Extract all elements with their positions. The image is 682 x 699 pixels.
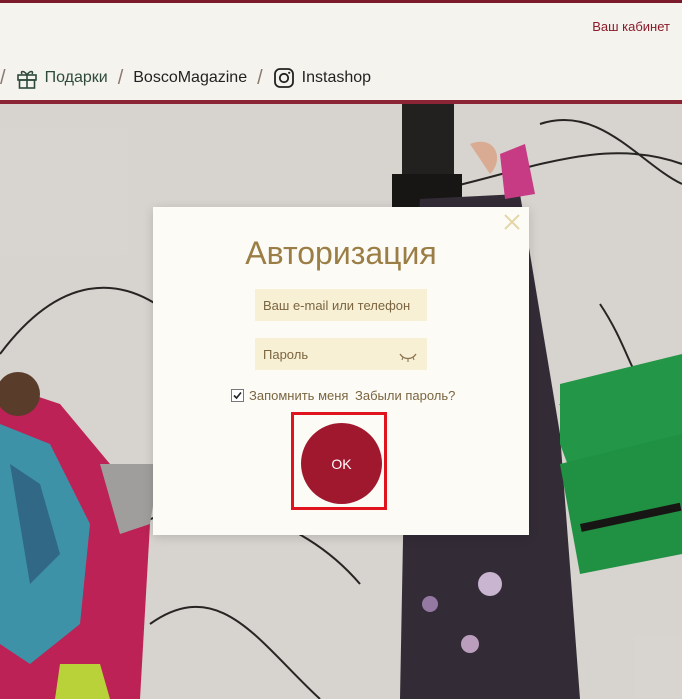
nav-item-instashop[interactable]: Instashop xyxy=(273,67,371,89)
login-modal: Авторизация Запомнить меня Забыли пароль… xyxy=(153,207,529,535)
main-nav: / Подарки / BoscoMagazine / Instashop xyxy=(0,63,371,93)
close-icon[interactable] xyxy=(503,213,521,231)
top-bar: Ваш кабинет / Подарки / BoscoMagazine / xyxy=(0,0,682,103)
modal-title: Авторизация xyxy=(245,235,437,271)
nav-label-instashop: Instashop xyxy=(301,69,372,86)
account-link[interactable]: Ваш кабинет xyxy=(592,19,670,34)
remember-label: Запомнить меня xyxy=(249,388,349,403)
ok-button[interactable]: OK xyxy=(301,423,382,504)
nav-separator: / xyxy=(0,66,6,89)
ok-button-label: OK xyxy=(331,455,352,472)
nav-item-magazine[interactable]: BoscoMagazine xyxy=(133,69,247,87)
eye-closed-icon[interactable] xyxy=(399,349,417,362)
remember-checkbox[interactable] xyxy=(231,389,244,402)
remember-me[interactable]: Запомнить меня xyxy=(231,388,348,403)
email-field[interactable] xyxy=(255,289,427,321)
nav-separator: / xyxy=(117,66,124,89)
nav-label-gifts: Подарки xyxy=(44,69,108,86)
nav-item-gifts[interactable]: Подарки xyxy=(16,67,108,89)
forgot-password-link[interactable]: Забыли пароль? xyxy=(355,388,455,403)
instagram-icon xyxy=(273,67,295,89)
nav-separator: / xyxy=(257,66,263,89)
gift-icon xyxy=(16,67,38,89)
nav-label-magazine: BoscoMagazine xyxy=(133,69,248,86)
